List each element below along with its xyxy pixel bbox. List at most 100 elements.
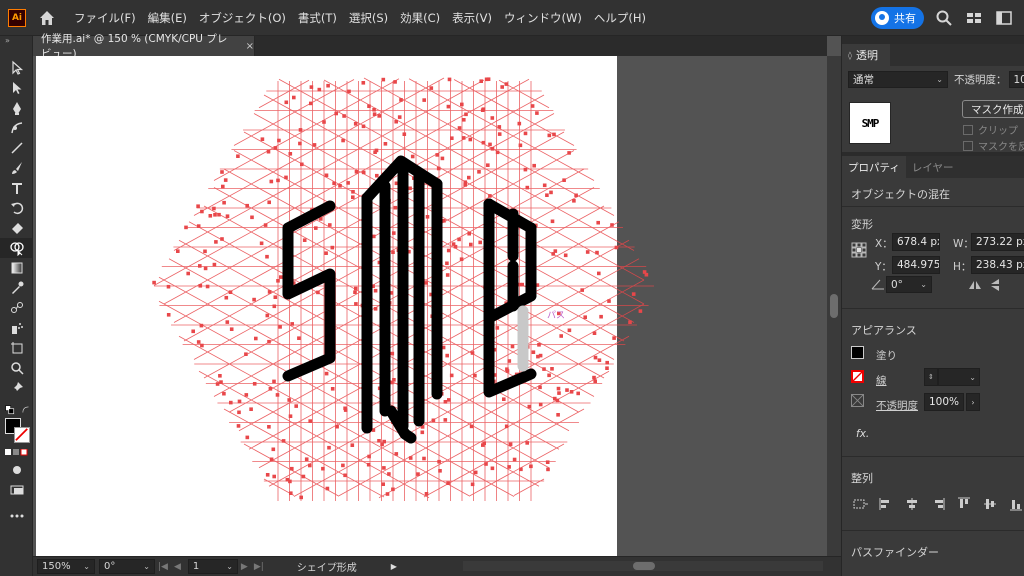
close-icon[interactable]: × xyxy=(246,41,254,52)
align-top-icon[interactable] xyxy=(956,496,972,512)
align-left-icon[interactable] xyxy=(878,496,894,512)
w-field[interactable]: 273.22 px xyxy=(971,233,1024,251)
align-bottom-icon[interactable] xyxy=(1008,496,1024,512)
menu-view[interactable]: 表示(V) xyxy=(452,10,492,26)
menu-edit[interactable]: 編集(E) xyxy=(148,10,187,26)
flip-horizontal-icon[interactable] xyxy=(968,278,982,292)
invert-mask-checkbox[interactable]: マスクを反転 xyxy=(963,138,1024,153)
blend-mode-value: 通常 xyxy=(853,74,874,86)
stroke-stepper[interactable]: ⇕ xyxy=(924,368,938,386)
share-button[interactable]: 共有 xyxy=(871,7,924,29)
artwork-svg[interactable]: パス xyxy=(33,56,827,556)
more-tools-icon[interactable] xyxy=(0,506,33,526)
stroke-weight-field[interactable]: ⌄ xyxy=(938,368,980,386)
collapse-icon[interactable]: » xyxy=(5,36,32,46)
artboard-field[interactable]: 1 ⌄ xyxy=(187,559,238,574)
rotation-field[interactable]: 0° ⌄ xyxy=(99,559,155,574)
tab-transparency[interactable]: ◊ 透明 xyxy=(842,44,890,66)
zoom-tool-icon[interactable] xyxy=(0,358,33,378)
shape-builder-tool-icon[interactable] xyxy=(0,238,33,258)
fill-swatch[interactable] xyxy=(851,346,864,359)
pin-tool-icon[interactable] xyxy=(0,378,33,398)
search-icon[interactable] xyxy=(934,8,954,28)
color-mode-icon[interactable] xyxy=(0,446,33,460)
opacity-field[interactable]: 100 xyxy=(1008,71,1024,88)
artboard-tool-icon[interactable] xyxy=(0,338,33,358)
stroke-swatch[interactable] xyxy=(851,370,864,383)
opacity-label: 不透明度： xyxy=(954,74,1007,86)
vertical-scroll-thumb[interactable] xyxy=(830,294,838,318)
align-horizontal-center-icon[interactable] xyxy=(904,496,920,512)
horizontal-scrollbar[interactable] xyxy=(463,561,823,571)
checkbox-box xyxy=(963,140,973,151)
align-to-selection-icon[interactable] xyxy=(852,496,868,512)
opacity-expand-icon[interactable]: › xyxy=(966,393,980,411)
thumbnail-text: SMP xyxy=(861,116,880,130)
canvas-area[interactable]: パス xyxy=(33,56,827,556)
align-vertical-center-icon[interactable] xyxy=(982,496,998,512)
arrange-panel-icon[interactable] xyxy=(994,8,1014,28)
fill-stroke-swatch[interactable] xyxy=(0,416,33,446)
align-title: 整列 xyxy=(851,472,873,485)
first-artboard-icon[interactable]: |◀ xyxy=(158,562,168,572)
line-tool-icon[interactable] xyxy=(0,138,33,158)
vertical-scrollbar[interactable] xyxy=(827,56,841,556)
prev-artboard-icon[interactable]: ◀ xyxy=(174,562,181,572)
align-right-icon[interactable] xyxy=(930,496,946,512)
type-tool-icon[interactable] xyxy=(0,178,33,198)
tab-properties[interactable]: プロパティ xyxy=(842,156,906,178)
gradient-tool-icon[interactable] xyxy=(0,258,33,278)
tab-layers[interactable]: レイヤー xyxy=(906,156,960,178)
logo-artwork[interactable] xyxy=(282,155,537,444)
share-label: 共有 xyxy=(894,12,916,25)
menu-effect[interactable]: 効果(C) xyxy=(400,10,440,26)
pen-tool-icon[interactable] xyxy=(0,98,33,118)
panel-top-bar xyxy=(842,36,1024,44)
y-field[interactable]: 484.975 xyxy=(892,256,940,274)
invert-mask-label: マスクを反転 xyxy=(978,142,1024,153)
screen-mode-icon[interactable] xyxy=(0,480,33,500)
x-field[interactable]: 678.4 px xyxy=(892,233,940,251)
curvature-tool-icon[interactable] xyxy=(0,118,33,138)
menu-help[interactable]: ヘルプ(H) xyxy=(594,10,646,26)
appearance-opacity-field[interactable]: 100% xyxy=(924,393,964,411)
home-icon[interactable] xyxy=(38,9,56,27)
angle-field[interactable]: 0° ⌄ xyxy=(886,276,932,293)
menu-select[interactable]: 選択(S) xyxy=(349,10,388,26)
rotation-value: 0° xyxy=(104,561,116,572)
selection-tool-icon[interactable] xyxy=(0,58,33,78)
symbol-sprayer-tool-icon[interactable] xyxy=(0,318,33,338)
flip-vertical-icon[interactable] xyxy=(988,278,1002,292)
stroke-label[interactable]: 線 xyxy=(876,373,887,388)
menu-window[interactable]: ウィンドウ(W) xyxy=(504,10,582,26)
document-tab[interactable]: 作業用.ai* @ 150 % (CMYK/CPU プレビュー) × xyxy=(33,33,255,60)
transform-title: 変形 xyxy=(851,218,873,231)
next-artboard-icon[interactable]: ▶ xyxy=(241,562,248,572)
paintbrush-tool-icon[interactable] xyxy=(0,158,33,178)
status-menu-icon[interactable]: ▶ xyxy=(391,562,397,571)
eraser-tool-icon[interactable] xyxy=(0,218,33,238)
make-mask-button[interactable]: マスク作成 xyxy=(962,100,1024,118)
mask-thumbnail[interactable]: SMP xyxy=(849,102,891,144)
horizontal-scroll-thumb[interactable] xyxy=(633,562,655,570)
last-artboard-icon[interactable]: ▶| xyxy=(254,562,264,572)
zoom-field[interactable]: 150% ⌄ xyxy=(37,559,95,574)
default-colors-icon[interactable] xyxy=(0,404,33,416)
eyedropper-tool-icon[interactable] xyxy=(0,278,33,298)
rotate-tool-icon[interactable] xyxy=(0,198,33,218)
menu-file[interactable]: ファイル(F) xyxy=(74,10,136,26)
menu-type[interactable]: 書式(T) xyxy=(298,10,337,26)
user-icon xyxy=(875,11,889,25)
fx-icon[interactable]: fx. xyxy=(856,428,869,440)
blend-tool-icon[interactable] xyxy=(0,298,33,318)
h-field[interactable]: 238.43 px xyxy=(971,256,1024,274)
direct-selection-tool-icon[interactable] xyxy=(0,78,33,98)
blend-mode-select[interactable]: 通常 ⌄ xyxy=(848,71,948,88)
reference-point-icon[interactable] xyxy=(851,242,867,258)
menu-object[interactable]: オブジェクト(O) xyxy=(199,10,286,26)
appearance-opacity-label[interactable]: 不透明度 xyxy=(876,398,918,413)
drawing-mode-icon[interactable] xyxy=(0,460,33,480)
workspace-grid-icon[interactable] xyxy=(964,8,984,28)
clip-checkbox[interactable]: クリップ xyxy=(963,122,1018,137)
opacity-swatch-icon xyxy=(851,394,864,407)
